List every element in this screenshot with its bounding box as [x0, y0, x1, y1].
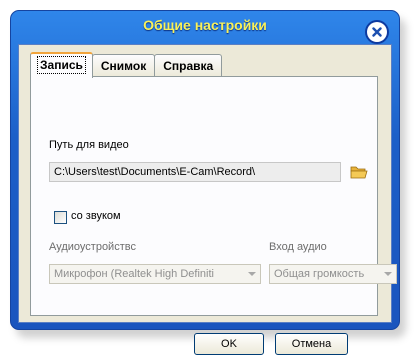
sound-checkbox[interactable] [54, 211, 67, 224]
record-panel: Путь для видео C:\Users\test\Documents\E… [30, 76, 397, 355]
audio-device-value: Микрофон (Realtek High Definiti [54, 268, 214, 280]
tab-strip: Запись Снимок Справка [30, 52, 223, 78]
audio-input-label: Вход аудио [269, 241, 327, 253]
tab-record-label: Запись [37, 56, 86, 74]
video-path-label: Путь для видео [49, 139, 129, 151]
folder-icon [350, 166, 368, 179]
close-icon [372, 27, 382, 37]
sound-checkbox-label: со звуком [71, 210, 121, 222]
tab-snapshot-label: Снимок [100, 59, 147, 73]
audio-input-value: Общая громкость [274, 268, 365, 280]
dialog-title: Общие настройки [143, 17, 267, 33]
audio-device-select[interactable]: Микрофон (Realtek High Definiti [49, 264, 261, 284]
audio-device-label: Аудиоустройствс [49, 241, 136, 253]
chevron-down-icon [384, 272, 392, 276]
video-path-field[interactable]: C:\Users\test\Documents\E-Cam\Record\ [49, 162, 341, 182]
title-bar[interactable]: Общие настройки [11, 11, 399, 43]
ok-button[interactable]: OK [194, 333, 264, 355]
tab-snapshot[interactable]: Снимок [91, 54, 156, 77]
tab-help-label: Справка [163, 59, 214, 73]
browse-folder-button[interactable] [349, 163, 369, 181]
cancel-button[interactable]: Отмена [275, 333, 348, 355]
tab-record[interactable]: Запись [30, 52, 93, 78]
tab-help[interactable]: Справка [154, 54, 223, 77]
settings-dialog: Общие настройки Запись Снимок Справка Пу… [10, 10, 400, 355]
dialog-client-area: Запись Снимок Справка Путь для видео C:\… [18, 44, 397, 355]
audio-input-select[interactable]: Общая громкость [269, 264, 397, 284]
chevron-down-icon [248, 272, 256, 276]
close-button[interactable] [367, 22, 387, 42]
